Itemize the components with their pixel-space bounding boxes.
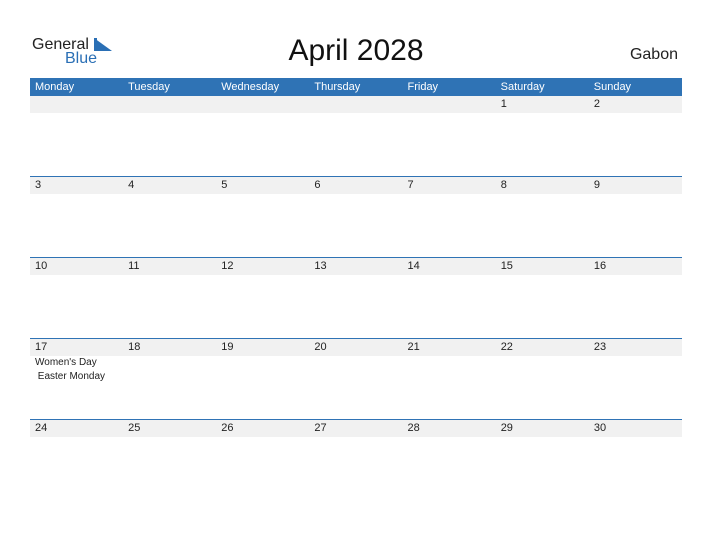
weekday-friday: Friday	[407, 81, 439, 93]
day-number: 26	[221, 422, 234, 434]
weekday-header: Monday Tuesday Wednesday Thursday Friday…	[30, 78, 682, 96]
day-cell: 24	[30, 420, 123, 501]
day-cell: 3	[30, 177, 123, 258]
day-cell	[123, 96, 216, 177]
day-cell	[216, 96, 309, 177]
day-number: 23	[593, 341, 607, 353]
day-number: 30	[593, 422, 607, 434]
week-row: 24 25 26 27 28 29 30	[30, 419, 682, 501]
day-cell: 1	[496, 96, 589, 177]
day-number: 22	[500, 341, 513, 353]
day-number: 6	[314, 179, 321, 191]
week-row: 12	[30, 96, 682, 177]
day-cell: 14	[403, 258, 496, 339]
day-number: 21	[407, 341, 420, 353]
day-cell: 25	[123, 420, 216, 501]
weekday-wednesday: Wednesday	[221, 81, 280, 93]
day-cell: 8	[496, 177, 589, 258]
day-cell: 29	[496, 420, 589, 501]
day-number: 8	[500, 179, 507, 191]
day-number: 12	[221, 260, 234, 272]
day-number: 3	[35, 179, 42, 191]
day-cell: 13	[309, 258, 402, 339]
holiday-event: Easter Monday	[35, 371, 106, 382]
day-cell: 21	[403, 339, 496, 420]
day-cell: 30	[589, 420, 682, 501]
day-cell: 7	[403, 177, 496, 258]
day-number: 7	[407, 179, 414, 191]
day-number: 29	[500, 422, 513, 434]
day-cell: 11	[123, 258, 216, 339]
day-number: 2	[593, 98, 600, 110]
day-cell: 17 Women's Day Easter Monday	[30, 339, 123, 420]
day-number: 19	[221, 341, 234, 353]
day-cell: 20	[309, 339, 402, 420]
day-cell: 9	[589, 177, 682, 258]
day-number: 20	[314, 341, 327, 353]
day-cell: 2	[589, 96, 682, 177]
day-number: 13	[314, 260, 327, 272]
weekday-saturday: Saturday	[500, 81, 545, 93]
calendar-title: April 2028	[288, 34, 424, 67]
day-number: 5	[221, 179, 228, 191]
day-number: 15	[500, 260, 513, 272]
day-cell: 19	[216, 339, 309, 420]
day-cell	[309, 96, 402, 177]
weekday-sunday: Sunday	[593, 81, 632, 93]
day-number: 14	[407, 260, 420, 272]
week-row: 3 4 5 6 7 8 9	[30, 176, 682, 258]
week-row: 17 Women's Day Easter Monday 18 19 20 21 22 23	[30, 338, 682, 420]
day-cell: 6	[309, 177, 402, 258]
weekday-monday: Monday	[35, 81, 75, 93]
day-number: 11	[128, 260, 140, 272]
weekday-tuesday: Tuesday	[128, 81, 170, 93]
day-number: 9	[593, 179, 600, 191]
day-number: 18	[128, 341, 141, 353]
day-cell: 18	[123, 339, 216, 420]
day-cell: 10	[30, 258, 123, 339]
day-cell: 26	[216, 420, 309, 501]
day-number: 28	[407, 422, 420, 434]
day-cell: 22	[496, 339, 589, 420]
day-cell: 5	[216, 177, 309, 258]
day-cell: 16	[589, 258, 682, 339]
day-cell: 4	[123, 177, 216, 258]
day-cell: 27	[309, 420, 402, 501]
day-number: 25	[128, 422, 141, 434]
holiday-event: Women's Day	[35, 357, 97, 368]
day-number: 16	[593, 260, 607, 272]
day-number: 1	[500, 98, 507, 110]
day-cell: 28	[403, 420, 496, 501]
weekday-thursday: Thursday	[314, 81, 361, 93]
week-row: 10 11 12 13 14 15 16	[30, 257, 682, 339]
day-cell	[403, 96, 496, 177]
day-number: 24	[35, 422, 48, 434]
day-number: 17	[35, 341, 48, 353]
day-cell	[30, 96, 123, 177]
day-number: 4	[128, 179, 135, 191]
country-label: Gabon	[629, 46, 678, 63]
day-number: 10	[35, 260, 48, 272]
day-cell: 15	[496, 258, 589, 339]
day-cell: 23	[589, 339, 682, 420]
day-number: 27	[314, 422, 327, 434]
day-cell: 12	[216, 258, 309, 339]
